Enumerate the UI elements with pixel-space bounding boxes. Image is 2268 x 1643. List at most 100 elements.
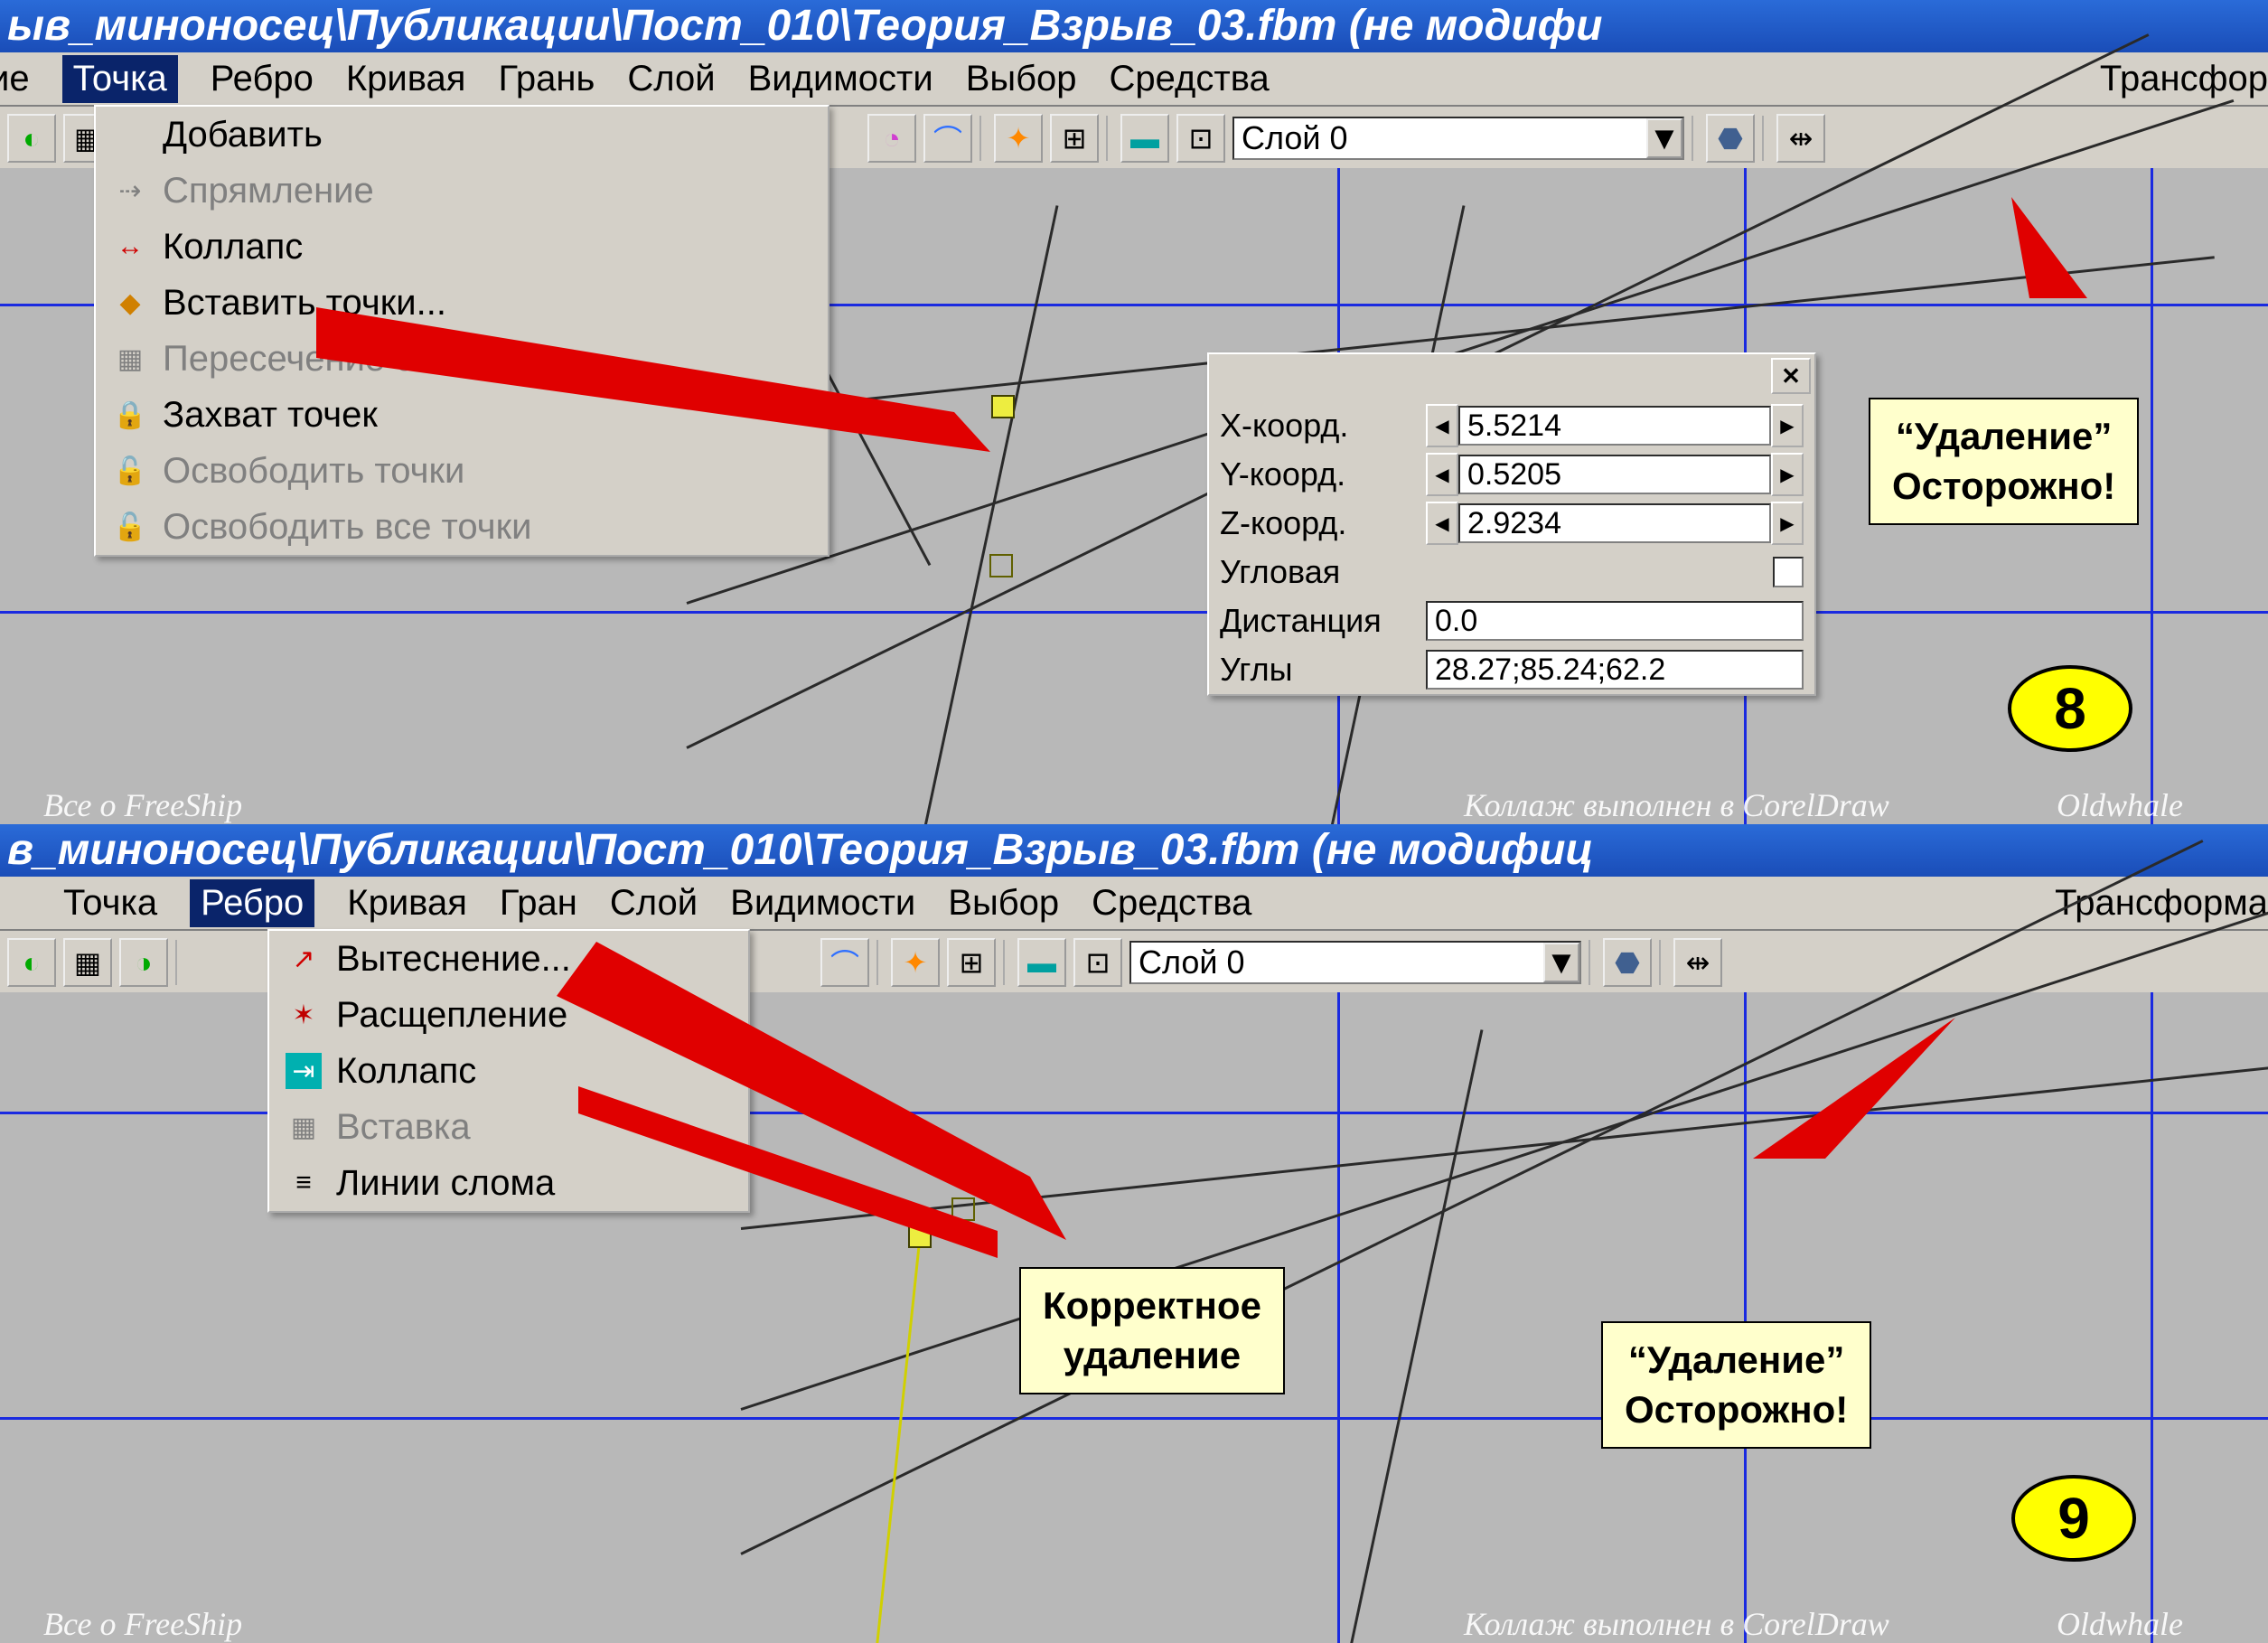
menu-extrude[interactable]: ↗Вытеснение...	[269, 931, 748, 987]
menu-insert: ▦Вставка	[269, 1099, 748, 1155]
menubar-bottom: Точка Ребро Кривая Гран Слой Видимости В…	[0, 877, 2268, 931]
tool-icon[interactable]: ▦	[63, 938, 112, 987]
arrow-icon: ↗	[286, 941, 322, 977]
watermark-center: Коллаж выполнен в CorelDraw	[1464, 1605, 1889, 1643]
corner-label: Угловая	[1220, 553, 1419, 591]
layer-dropdown[interactable]: Слой 0 ▼	[1129, 941, 1581, 984]
menu-unlock-all: 🔓Освободить все точки	[96, 499, 828, 555]
menu-insert-points[interactable]: ◆Вставить точки...	[96, 275, 828, 331]
unlock-icon: 🔓	[112, 509, 148, 545]
panel-9: в_миноносец\Публикации\Пост_010\Теория_В…	[0, 824, 2268, 1643]
dropdown-chevron-icon[interactable]: ▼	[1543, 943, 1579, 982]
titlebar-top: ыв_миноносец\Публикации\Пост_010\Теория_…	[0, 0, 2268, 52]
menu-item[interactable]: Точка	[63, 883, 157, 924]
menu-collapse[interactable]: ⇥Коллапс	[269, 1043, 748, 1099]
tool-icon[interactable]: ⌒	[820, 938, 869, 987]
tool-icon[interactable]: ▬	[1017, 938, 1066, 987]
tool-icon[interactable]: ◐	[7, 114, 56, 163]
tool-icon[interactable]: ⊡	[1176, 114, 1225, 163]
tool-icon[interactable]: ✦	[891, 938, 940, 987]
angles-label: Углы	[1220, 651, 1419, 689]
menu-item[interactable]: Трансформа	[2055, 883, 2268, 924]
menu-item[interactable]: Видимости	[748, 59, 933, 99]
menu-item-active[interactable]: Точка	[62, 55, 178, 103]
spin-left-icon[interactable]: ◀	[1426, 404, 1458, 447]
tool-icon[interactable]: ⊞	[1050, 114, 1099, 163]
tool-icon[interactable]: ▬	[1120, 114, 1169, 163]
tool-icon[interactable]: ◐	[7, 938, 56, 987]
angles-value: 28.27;85.24;62.2	[1426, 650, 1804, 690]
x-label: X-коорд.	[1220, 407, 1419, 445]
menu-crease[interactable]: ≡Линии слома	[269, 1155, 748, 1211]
menu-add[interactable]: Добавить	[96, 107, 828, 163]
collapse-icon: ⇥	[286, 1053, 322, 1089]
spin-right-icon[interactable]: ▶	[1771, 502, 1804, 545]
collapse-icon: ↔	[112, 229, 148, 265]
lines-icon: ≡	[286, 1165, 322, 1201]
menu-split[interactable]: ✶Расщепление	[269, 987, 748, 1043]
distance-label: Дистанция	[1220, 602, 1419, 640]
tool-icon[interactable]: ⇹	[1776, 114, 1825, 163]
spin-right-icon[interactable]: ▶	[1771, 453, 1804, 496]
menu-item[interactable]: Средства	[1110, 59, 1270, 99]
watermark-left: Все о FreeShip	[43, 1605, 242, 1643]
tool-icon[interactable]: ◔	[867, 114, 916, 163]
grid-icon: ▦	[112, 341, 148, 377]
menu-item[interactable]: Кривая	[346, 59, 466, 99]
corner-checkbox[interactable]	[1773, 557, 1804, 587]
dropdown-chevron-icon[interactable]: ▼	[1646, 118, 1682, 158]
spin-left-icon[interactable]: ◀	[1426, 502, 1458, 545]
menu-item[interactable]: Слой	[610, 883, 698, 924]
spin-left-icon[interactable]: ◀	[1426, 453, 1458, 496]
menu-item[interactable]: Выбор	[948, 883, 1059, 924]
control-point[interactable]	[989, 554, 1013, 577]
badge-9: 9	[2011, 1475, 2136, 1562]
y-input[interactable]: 0.5205	[1458, 455, 1771, 494]
close-icon[interactable]: ✕	[1771, 358, 1811, 394]
tool-icon[interactable]: ✦	[994, 114, 1043, 163]
layer-dropdown[interactable]: Слой 0 ▼	[1232, 117, 1684, 160]
tool-icon[interactable]: ◑	[119, 938, 168, 987]
menu-item-active[interactable]: Ребро	[190, 879, 314, 927]
menu-item[interactable]: Грань	[498, 59, 595, 99]
menu-item[interactable]: Видимости	[730, 883, 915, 924]
watermark-center: Коллаж выполнен в CorelDraw	[1464, 786, 1889, 824]
tool-icon[interactable]: ⇹	[1673, 938, 1722, 987]
menubar-top: ие Точка Ребро Кривая Грань Слой Видимос…	[0, 52, 2268, 107]
y-label: Y-коорд.	[1220, 455, 1419, 493]
menu-item[interactable]: Трансфор	[2100, 59, 2268, 99]
menu-item[interactable]: Гран	[500, 883, 577, 924]
coord-panel: ✕ X-коорд. ◀5.5214▶ Y-коорд. ◀0.5205▶ Z-…	[1207, 352, 1816, 696]
delete-icon[interactable]: ⬣	[1706, 114, 1755, 163]
arrow-icon: ⇢	[112, 173, 148, 209]
menu-item[interactable]: Средства	[1092, 883, 1251, 924]
menu-item[interactable]: Слой	[627, 59, 715, 99]
titlebar-bottom: в_миноносец\Публикации\Пост_010\Теория_В…	[0, 824, 2268, 877]
tool-icon[interactable]: ⊡	[1073, 938, 1122, 987]
z-label: Z-коорд.	[1220, 504, 1419, 542]
layer-value: Слой 0	[1139, 944, 1245, 981]
diamond-icon: ◆	[112, 285, 148, 321]
delete-icon[interactable]: ⬣	[1603, 938, 1652, 987]
menu-tochka-dropdown: Добавить ⇢Спрямление ↔Коллапс ◆Вставить …	[94, 105, 829, 557]
tool-icon[interactable]: ⌒	[923, 114, 972, 163]
menu-collapse[interactable]: ↔Коллапс	[96, 219, 828, 275]
badge-8: 8	[2008, 665, 2132, 752]
menu-item[interactable]: Выбор	[966, 59, 1077, 99]
grid-icon: ▦	[286, 1109, 322, 1145]
z-input[interactable]: 2.9234	[1458, 503, 1771, 543]
menu-item[interactable]: Кривая	[347, 883, 467, 924]
menu-intersection: ▦Пересечение слоев...	[96, 331, 828, 387]
control-point[interactable]	[908, 1225, 932, 1248]
layer-value: Слой 0	[1242, 119, 1348, 157]
menu-straighten: ⇢Спрямление	[96, 163, 828, 219]
menu-lock-points[interactable]: 🔒Захват точек	[96, 387, 828, 443]
spin-right-icon[interactable]: ▶	[1771, 404, 1804, 447]
blank-icon	[112, 117, 148, 153]
x-input[interactable]: 5.5214	[1458, 406, 1771, 446]
control-point[interactable]	[951, 1197, 975, 1221]
tool-icon[interactable]: ⊞	[947, 938, 996, 987]
menu-item[interactable]: Ребро	[211, 59, 314, 99]
menu-item[interactable]: ие	[0, 59, 30, 99]
control-point[interactable]	[991, 395, 1015, 418]
